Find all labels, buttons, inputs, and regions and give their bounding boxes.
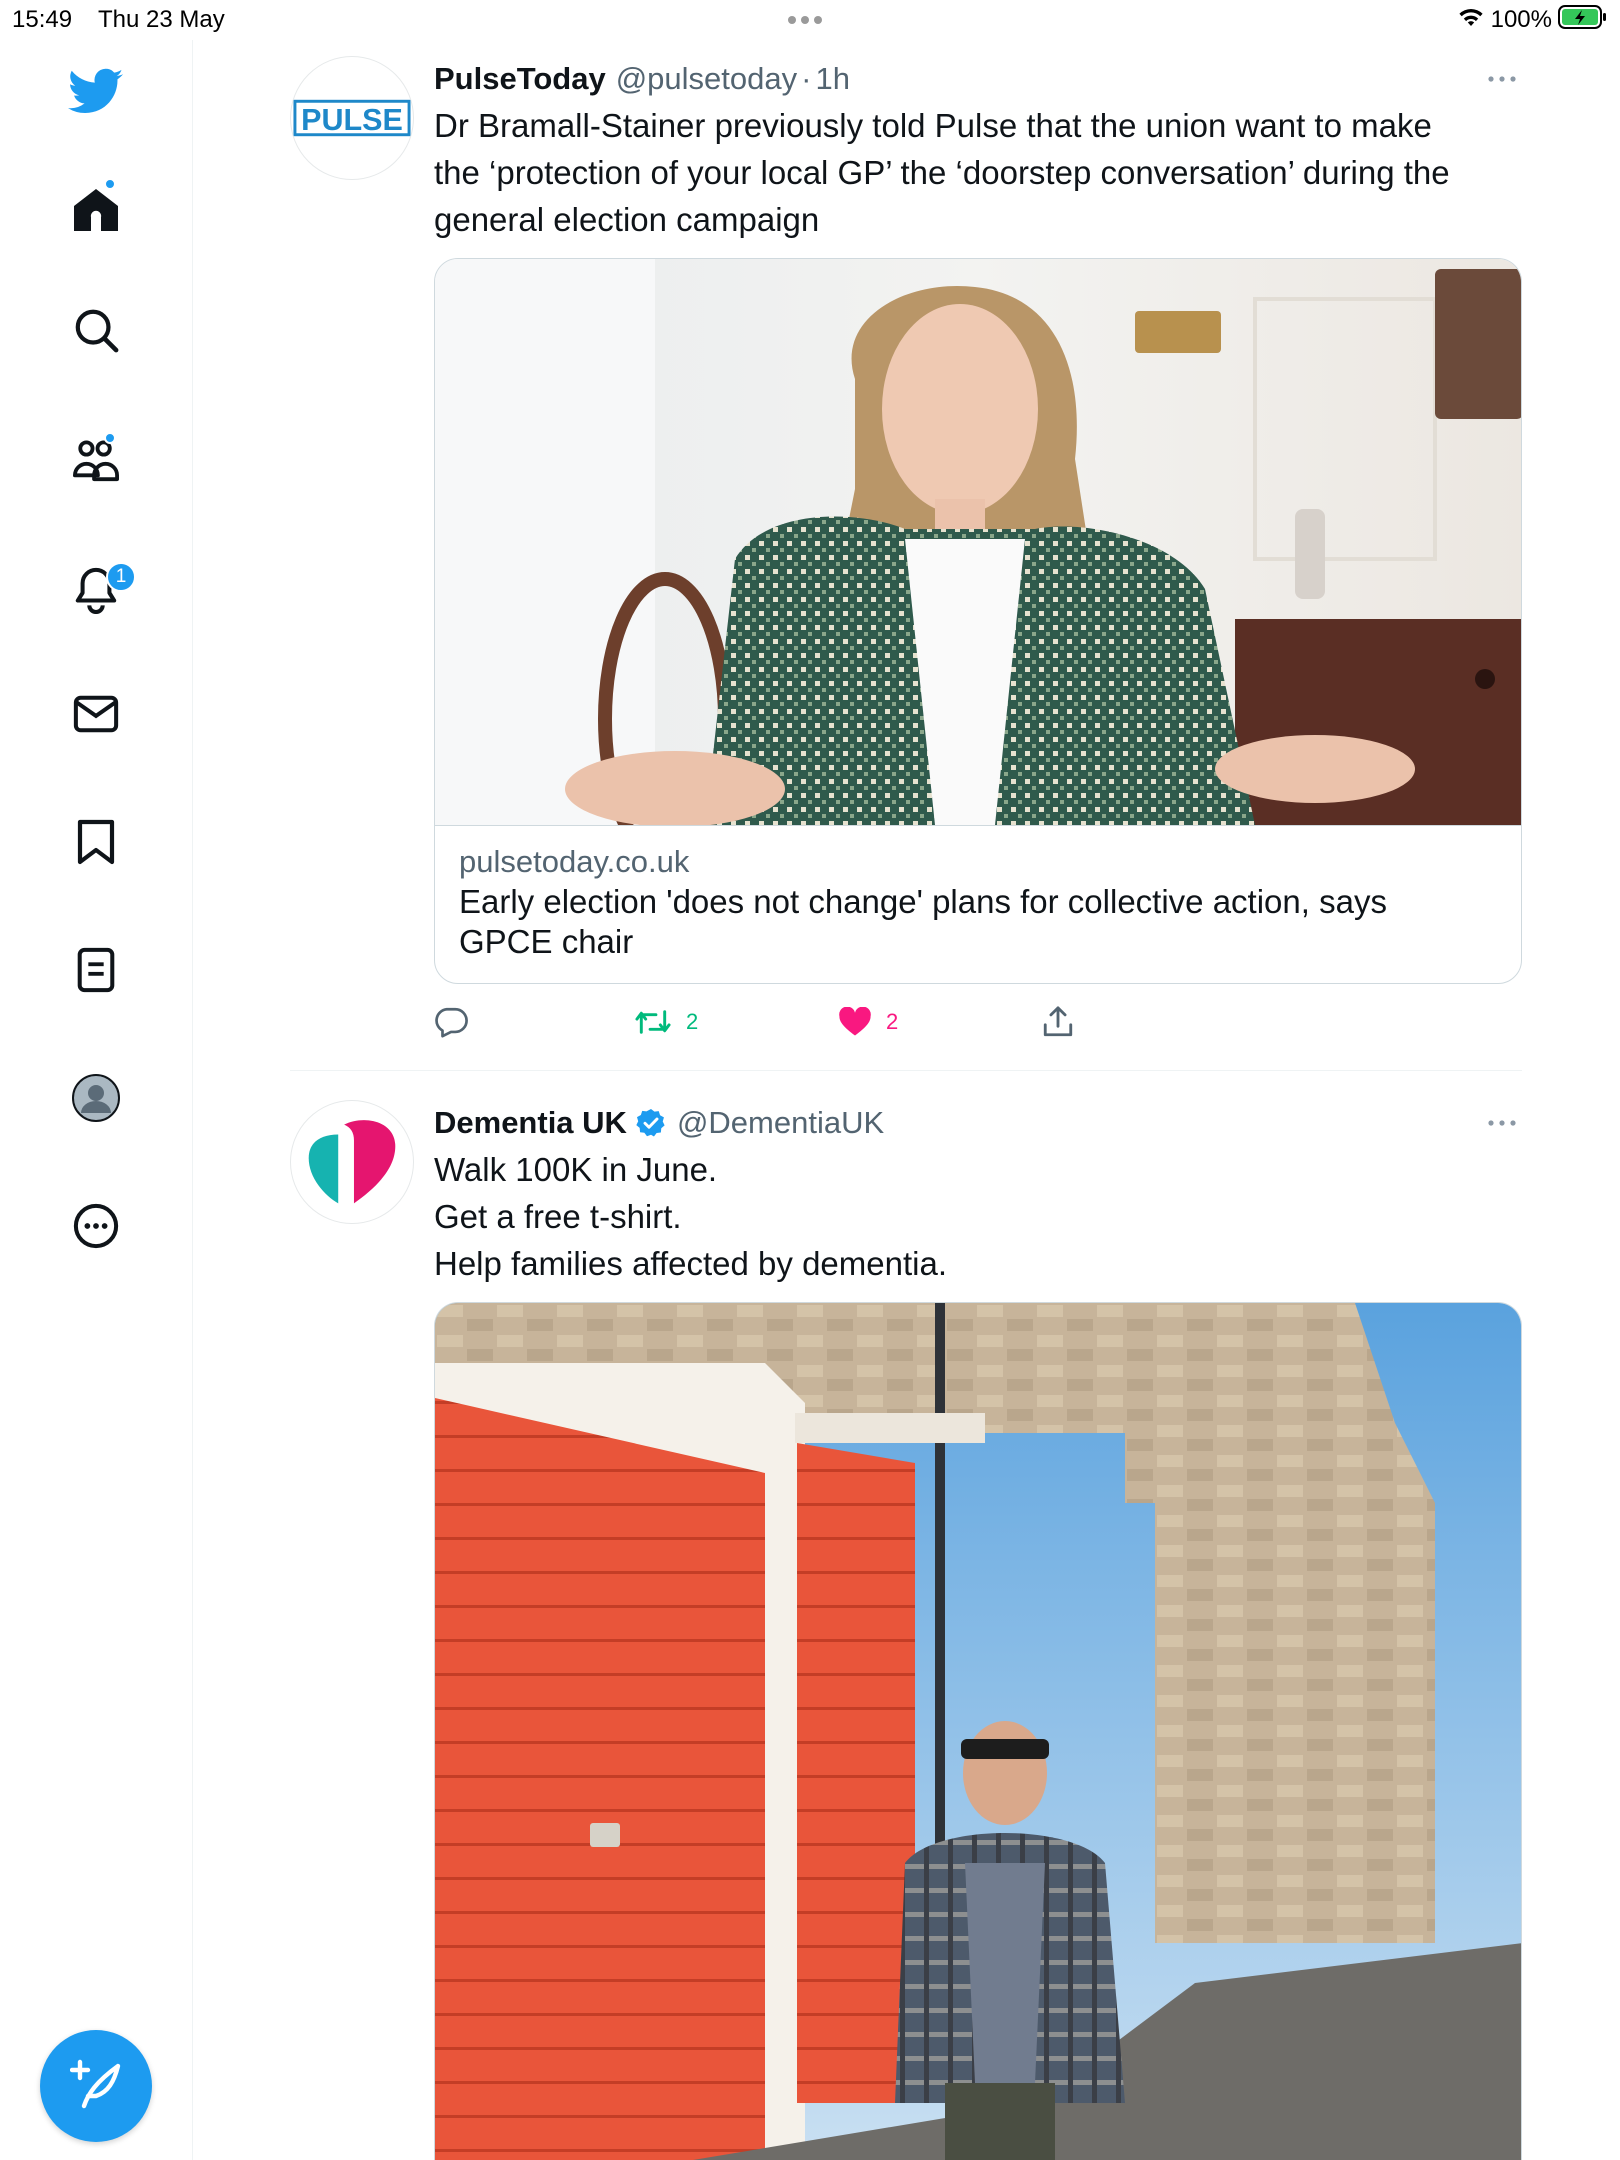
card-domain: pulsetoday.co.uk bbox=[459, 844, 690, 879]
reply-button[interactable] bbox=[434, 1002, 468, 1042]
more-circle-icon bbox=[73, 1203, 119, 1254]
retweet-button[interactable]: 2 bbox=[634, 1002, 698, 1042]
svg-text:PULSE: PULSE bbox=[301, 103, 403, 137]
tweet-dementiauk[interactable]: Dementia UK @DementiaUK Walk 100K in Jun… bbox=[290, 1100, 1522, 2160]
status-bar: 15:49 Thu 23 May 100% bbox=[0, 0, 1620, 40]
retweet-count: 2 bbox=[686, 1009, 699, 1034]
author-name[interactable]: PulseToday bbox=[434, 61, 606, 97]
multitasking-dots-icon[interactable] bbox=[788, 16, 822, 24]
twitter-logo-icon[interactable] bbox=[66, 62, 126, 122]
status-time: 15:49 bbox=[12, 6, 73, 33]
nav-home[interactable] bbox=[66, 178, 126, 242]
nav-lists[interactable] bbox=[66, 942, 126, 1002]
tweet-more-button[interactable] bbox=[1482, 64, 1522, 94]
notification-badge: 1 bbox=[106, 562, 136, 592]
tweet-actions: 2 2 bbox=[434, 1002, 1522, 1042]
nav-notifications[interactable]: 1 bbox=[66, 562, 136, 622]
tweet-text-line: Help families affected by dementia. bbox=[434, 1245, 947, 1282]
envelope-icon bbox=[73, 694, 119, 739]
tweet-timestamp[interactable]: 1h bbox=[815, 61, 849, 97]
feather-plus-icon bbox=[69, 2058, 122, 2115]
avatar[interactable] bbox=[290, 1100, 414, 1224]
tweet-text: Dr Bramall-Stainer previously told Pulse… bbox=[434, 102, 1522, 243]
avatar[interactable]: PULSE bbox=[290, 56, 414, 180]
compose-tweet-button[interactable] bbox=[40, 2030, 152, 2142]
card-title-line: Early election 'does not change' plans f… bbox=[459, 883, 1387, 920]
nav-bookmarks[interactable] bbox=[66, 814, 126, 874]
author-handle[interactable]: @pulsetoday bbox=[616, 61, 797, 97]
ellipsis-icon bbox=[1488, 76, 1516, 82]
list-document-icon bbox=[76, 947, 116, 998]
tweet-more-button[interactable] bbox=[1482, 1108, 1522, 1138]
photo-man-walking-garages bbox=[435, 1303, 1521, 2160]
share-upload-icon bbox=[1043, 1006, 1073, 1037]
header-separator: · bbox=[801, 61, 812, 96]
nav-explore[interactable] bbox=[66, 302, 126, 362]
card-meta: pulsetoday.co.uk Early election 'does no… bbox=[435, 825, 1521, 962]
nav-more[interactable] bbox=[66, 1198, 126, 1258]
nav-profile[interactable] bbox=[66, 1070, 126, 1130]
wifi-icon bbox=[1457, 6, 1485, 33]
card-photo-woman bbox=[435, 259, 1521, 825]
author-handle[interactable]: @DementiaUK bbox=[677, 1105, 884, 1141]
battery-percentage: 100% bbox=[1490, 5, 1552, 33]
home-unread-dot bbox=[104, 178, 116, 190]
share-button[interactable] bbox=[1042, 1002, 1074, 1042]
tweet-text: Walk 100K in June. Get a free t-shirt. H… bbox=[434, 1146, 1522, 1287]
card-title-line: GPCE chair bbox=[459, 923, 634, 960]
card-image bbox=[435, 259, 1521, 825]
search-icon bbox=[73, 307, 119, 358]
heart-filled-icon bbox=[839, 1007, 871, 1036]
tweet-header: PulseToday @pulsetoday · 1h bbox=[434, 56, 1522, 102]
communities-icon bbox=[71, 437, 121, 488]
tweet-pulsetoday[interactable]: PULSE PulseToday @pulsetoday · 1h Dr Bra… bbox=[290, 56, 1522, 1056]
tweet-body: Dementia UK @DementiaUK Walk 100K in Jun… bbox=[434, 1100, 1522, 1287]
reply-bubble-icon bbox=[435, 1007, 468, 1038]
tweet-divider bbox=[290, 1070, 1522, 1071]
link-card[interactable]: pulsetoday.co.uk Early election 'does no… bbox=[434, 258, 1522, 984]
like-button[interactable]: 2 bbox=[838, 1002, 898, 1042]
nav-messages[interactable] bbox=[66, 686, 126, 746]
ellipsis-icon bbox=[1488, 1120, 1516, 1126]
tweet-text-line: Dr Bramall-Stainer previously told Pulse… bbox=[434, 107, 1432, 144]
home-icon bbox=[72, 187, 120, 238]
battery-charging-icon bbox=[1558, 4, 1608, 35]
tweet-text-line: Walk 100K in June. bbox=[434, 1151, 718, 1188]
retweet-icon bbox=[635, 1010, 671, 1034]
communities-unread-dot bbox=[104, 432, 116, 444]
tweet-body: PulseToday @pulsetoday · 1h Dr Bramall-S… bbox=[434, 56, 1522, 243]
author-name[interactable]: Dementia UK bbox=[434, 1105, 627, 1141]
tweet-text-line: general election campaign bbox=[434, 201, 820, 238]
nav-communities[interactable] bbox=[66, 432, 126, 492]
pulse-logo-icon: PULSE bbox=[292, 99, 412, 137]
media-image[interactable] bbox=[434, 1302, 1522, 2160]
status-right: 100% bbox=[1457, 4, 1608, 35]
tweet-text-line: Get a free t-shirt. bbox=[434, 1198, 682, 1235]
sidebar-nav: 1 bbox=[0, 40, 193, 2160]
bookmark-icon bbox=[76, 818, 116, 871]
tweet-header: Dementia UK @DementiaUK bbox=[434, 1100, 1522, 1146]
verified-badge-icon bbox=[635, 1107, 667, 1139]
status-date: Thu 23 May bbox=[98, 6, 225, 33]
tweet-text-line: the ‘protection of your local GP’ the ‘d… bbox=[434, 154, 1450, 191]
like-count: 2 bbox=[886, 1009, 899, 1034]
profile-avatar-icon bbox=[71, 1073, 121, 1128]
dementia-uk-logo-icon bbox=[308, 1120, 396, 1206]
